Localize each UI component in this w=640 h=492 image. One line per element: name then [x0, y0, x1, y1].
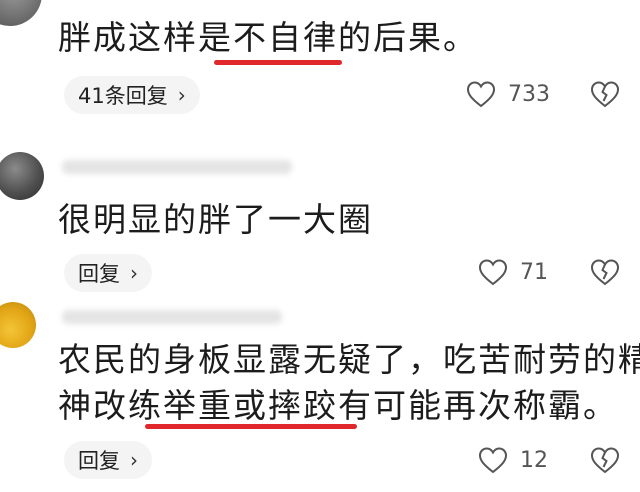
- chevron-right-icon: ›: [130, 448, 138, 472]
- dislike-button[interactable]: [590, 446, 620, 474]
- chevron-right-icon: ›: [177, 83, 186, 107]
- like-count: 12: [520, 447, 548, 473]
- chevron-right-icon: ›: [130, 261, 138, 285]
- view-replies-button[interactable]: 41条回复 ›: [64, 76, 200, 114]
- avatar[interactable]: [0, 152, 44, 200]
- username-blurred: [62, 160, 292, 174]
- heart-outline-icon: [466, 81, 496, 108]
- avatar[interactable]: [0, 302, 36, 348]
- avatar[interactable]: [0, 0, 42, 26]
- reply-button[interactable]: 回复 ›: [64, 441, 152, 479]
- dislike-button[interactable]: [590, 80, 620, 108]
- like-button[interactable]: 12: [478, 446, 548, 474]
- heart-outline-icon: [478, 447, 508, 474]
- broken-heart-icon: [590, 447, 620, 474]
- like-button[interactable]: 733: [466, 80, 550, 108]
- comment-text: 胖成这样是不自律的后果。: [58, 18, 478, 57]
- username-blurred: [62, 310, 282, 324]
- reply-button[interactable]: 回复 ›: [64, 254, 152, 292]
- broken-heart-icon: [590, 81, 620, 108]
- reply-label: 41条回复: [78, 84, 168, 108]
- comment-text-line-1: 农民的身板显露无疑了，吃苦耐劳的精: [58, 340, 640, 379]
- like-button[interactable]: 71: [478, 258, 548, 286]
- comment-text: 很明显的胖了一大圈: [58, 200, 373, 239]
- heart-outline-icon: [478, 259, 508, 286]
- like-count: 733: [508, 81, 550, 107]
- broken-heart-icon: [590, 259, 620, 286]
- highlight-underline: [214, 60, 342, 65]
- highlight-underline: [145, 424, 357, 429]
- reply-label: 回复: [78, 262, 120, 286]
- comment-list: 胖成这样是不自律的后果。 41条回复 › 733 很明显的胖了一大圈 回复 › …: [0, 0, 640, 492]
- dislike-button[interactable]: [590, 258, 620, 286]
- comment-text-line-2: 神改练举重或摔跤有可能再次称霸。: [58, 386, 618, 425]
- reply-label: 回复: [78, 449, 120, 473]
- like-count: 71: [520, 259, 548, 285]
